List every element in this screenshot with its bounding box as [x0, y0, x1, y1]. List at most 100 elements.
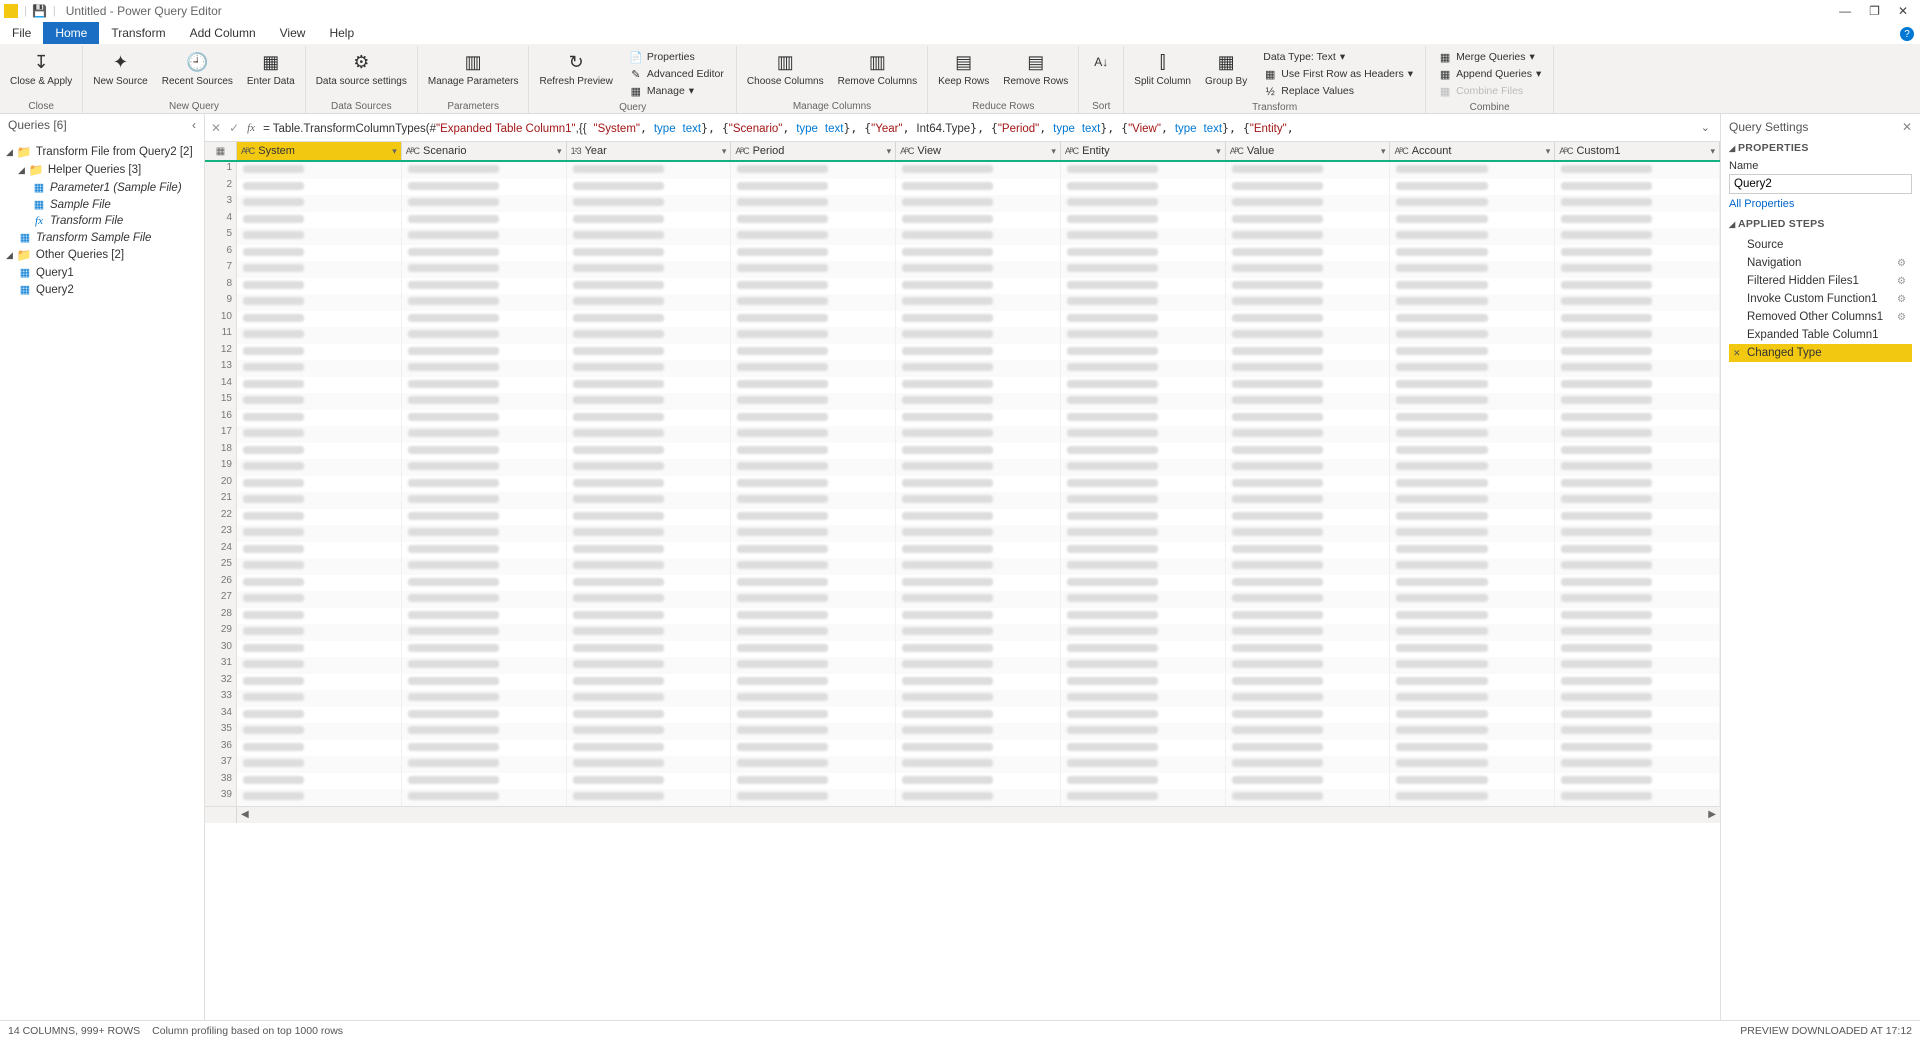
accept-formula-icon[interactable]: ✓ — [229, 121, 239, 135]
table-row[interactable]: 26 — [205, 575, 1720, 592]
manage-button[interactable]: ▦Manage ▾ — [627, 84, 726, 100]
tab-transform[interactable]: Transform — [99, 22, 177, 44]
table-row[interactable]: 16 — [205, 410, 1720, 427]
enter-data-button[interactable]: ▦Enter Data — [243, 48, 299, 89]
table-row[interactable]: 24 — [205, 542, 1720, 559]
split-column-button[interactable]: ⫿Split Column — [1130, 48, 1195, 89]
column-header-view[interactable]: AᴮCView▾ — [896, 142, 1061, 160]
scroll-left-icon[interactable]: ◀ — [237, 809, 253, 820]
group-by-button[interactable]: ▦Group By — [1201, 48, 1251, 89]
cancel-formula-icon[interactable]: ✕ — [211, 121, 221, 135]
tab-home[interactable]: Home — [43, 22, 99, 44]
gear-icon[interactable]: ⚙ — [1897, 294, 1906, 305]
gear-icon[interactable]: ⚙ — [1897, 312, 1906, 323]
table-row[interactable]: 38 — [205, 773, 1720, 790]
table-row[interactable]: 8 — [205, 278, 1720, 295]
query-transform-file[interactable]: fxTransform File — [4, 213, 200, 229]
column-header-period[interactable]: AᴮCPeriod▾ — [731, 142, 896, 160]
new-source-button[interactable]: ✦New Source — [89, 48, 151, 89]
table-row[interactable]: 27 — [205, 591, 1720, 608]
step-source[interactable]: Source — [1729, 236, 1912, 254]
query-sample-file[interactable]: ▦Sample File — [4, 196, 200, 213]
table-row[interactable]: 17 — [205, 426, 1720, 443]
query-query2[interactable]: ▦Query2 — [4, 281, 200, 298]
table-row[interactable]: 36 — [205, 740, 1720, 757]
step-filtered-hidden-files1[interactable]: Filtered Hidden Files1⚙ — [1729, 272, 1912, 290]
help-icon[interactable]: ? — [1900, 27, 1914, 41]
minimize-button[interactable]: — — [1839, 4, 1851, 18]
table-row[interactable]: 15 — [205, 393, 1720, 410]
table-row[interactable]: 23 — [205, 525, 1720, 542]
query-parameter1[interactable]: ▦Parameter1 (Sample File) — [4, 179, 200, 196]
expand-formula-icon[interactable]: ⌄ — [1697, 121, 1714, 134]
data-source-settings-button[interactable]: ⚙Data source settings — [312, 48, 411, 89]
table-row[interactable]: 19 — [205, 459, 1720, 476]
table-row[interactable]: 37 — [205, 756, 1720, 773]
manage-parameters-button[interactable]: ▥Manage Parameters — [424, 48, 523, 89]
table-row[interactable]: 31 — [205, 657, 1720, 674]
table-row[interactable]: 18 — [205, 443, 1720, 460]
tab-add-column[interactable]: Add Column — [178, 22, 268, 44]
sort-asc-button[interactable]: A↓ — [1085, 48, 1117, 76]
query-transform-sample-file[interactable]: ▦Transform Sample File — [4, 229, 200, 246]
column-header-custom1[interactable]: AᴮCCustom1▾ — [1555, 142, 1720, 160]
folder-other-queries[interactable]: ◢📁Other Queries [2] — [4, 246, 200, 264]
data-type-button[interactable]: Data Type: Text ▾ — [1261, 50, 1415, 66]
table-row[interactable]: 34 — [205, 707, 1720, 724]
append-queries-button[interactable]: ▦Append Queries ▾ — [1436, 67, 1543, 83]
first-row-headers-button[interactable]: ▦Use First Row as Headers ▾ — [1261, 67, 1415, 83]
table-row[interactable]: 29 — [205, 624, 1720, 641]
column-header-system[interactable]: AᴮCSystem▾ — [237, 142, 402, 160]
step-invoke-custom-function1[interactable]: Invoke Custom Function1⚙ — [1729, 290, 1912, 308]
maximize-button[interactable]: ❐ — [1869, 4, 1880, 18]
horizontal-scrollbar[interactable]: ◀ ▶ — [205, 806, 1720, 823]
step-removed-other-columns1[interactable]: Removed Other Columns1⚙ — [1729, 308, 1912, 326]
select-all-cell[interactable]: ▦ — [205, 142, 237, 160]
formula-text[interactable]: = Table.TransformColumnTypes(#"Expanded … — [263, 121, 1689, 135]
replace-values-button[interactable]: ½Replace Values — [1261, 84, 1415, 100]
query-query1[interactable]: ▦Query1 — [4, 264, 200, 281]
refresh-preview-button[interactable]: ↻Refresh Preview — [535, 48, 616, 89]
step-navigation[interactable]: Navigation⚙ — [1729, 254, 1912, 272]
table-row[interactable]: 32 — [205, 674, 1720, 691]
column-header-value[interactable]: AᴮCValue▾ — [1226, 142, 1391, 160]
folder-helper-queries[interactable]: ◢📁Helper Queries [3] — [4, 161, 200, 179]
table-row[interactable]: 12 — [205, 344, 1720, 361]
properties-button[interactable]: 📄Properties — [627, 50, 726, 66]
table-row[interactable]: 11 — [205, 327, 1720, 344]
query-name-input[interactable] — [1729, 174, 1912, 194]
scroll-right-icon[interactable]: ▶ — [1704, 809, 1720, 820]
table-row[interactable]: 2 — [205, 179, 1720, 196]
tab-file[interactable]: File — [0, 22, 43, 44]
remove-rows-button[interactable]: ▤Remove Rows — [999, 48, 1072, 89]
column-header-entity[interactable]: AᴮCEntity▾ — [1061, 142, 1226, 160]
table-row[interactable]: 14 — [205, 377, 1720, 394]
table-row[interactable]: 35 — [205, 723, 1720, 740]
all-properties-link[interactable]: All Properties — [1729, 198, 1912, 210]
gear-icon[interactable]: ⚙ — [1897, 276, 1906, 287]
table-row[interactable]: 39 — [205, 789, 1720, 806]
remove-columns-button[interactable]: ▥Remove Columns — [834, 48, 921, 89]
close-apply-button[interactable]: ↧Close & Apply — [6, 48, 76, 89]
table-row[interactable]: 9 — [205, 294, 1720, 311]
table-row[interactable]: 20 — [205, 476, 1720, 493]
column-header-scenario[interactable]: AᴮCScenario▾ — [402, 142, 567, 160]
collapse-queries-icon[interactable]: ‹ — [192, 118, 196, 132]
choose-columns-button[interactable]: ▥Choose Columns — [743, 48, 828, 89]
table-row[interactable]: 30 — [205, 641, 1720, 658]
step-expanded-table-column1[interactable]: Expanded Table Column1 — [1729, 326, 1912, 344]
table-row[interactable]: 13 — [205, 360, 1720, 377]
close-window-button[interactable]: ✕ — [1898, 4, 1908, 18]
gear-icon[interactable]: ⚙ — [1897, 258, 1906, 269]
table-row[interactable]: 10 — [205, 311, 1720, 328]
keep-rows-button[interactable]: ▤Keep Rows — [934, 48, 993, 89]
table-row[interactable]: 1 — [205, 162, 1720, 179]
table-row[interactable]: 6 — [205, 245, 1720, 262]
tab-view[interactable]: View — [268, 22, 318, 44]
table-row[interactable]: 25 — [205, 558, 1720, 575]
table-row[interactable]: 4 — [205, 212, 1720, 229]
table-row[interactable]: 33 — [205, 690, 1720, 707]
grid-body[interactable]: 1234567891011121314151617181920212223242… — [205, 162, 1720, 806]
table-row[interactable]: 28 — [205, 608, 1720, 625]
table-row[interactable]: 21 — [205, 492, 1720, 509]
